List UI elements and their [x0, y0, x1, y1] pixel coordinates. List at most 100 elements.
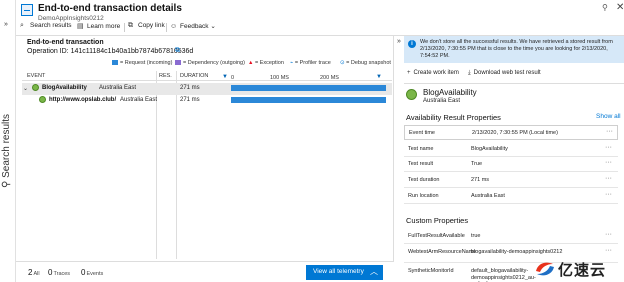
all-count[interactable]: 2All	[28, 268, 40, 277]
property-key: Test result	[408, 161, 434, 167]
search-icon: ⚲	[1, 177, 12, 188]
legend-request: = Request (incoming)	[112, 60, 172, 66]
resource-name: BlogAvailability	[423, 88, 477, 97]
property-row: Test name BlogAvailability ···	[404, 142, 618, 157]
details-collapse-icon[interactable]: »	[397, 38, 401, 45]
duration-bar[interactable]	[231, 97, 386, 103]
expand-chevron-icon[interactable]: »	[4, 21, 8, 28]
col-res[interactable]: RES.	[159, 73, 172, 79]
actions-divider	[404, 83, 624, 84]
more-icon[interactable]: ···	[605, 191, 612, 198]
show-all-link[interactable]: Show all	[596, 113, 621, 120]
learn-more-button[interactable]: ▤ Learn more	[77, 22, 120, 30]
legend-profiler: ⌁ = Profiler trace	[290, 60, 331, 66]
duration-bar[interactable]	[231, 85, 386, 91]
info-banner: i We don't store all the successful resu…	[404, 36, 624, 63]
more-icon[interactable]: ···	[605, 231, 612, 238]
property-value: 271 ms	[471, 177, 490, 183]
traces-count-label: Traces	[53, 271, 71, 277]
all-count-label: All	[33, 271, 40, 277]
copy-icon: ⧉	[128, 22, 133, 29]
rail-label-text: Search results	[1, 113, 12, 178]
page-title: End-to-end transaction details	[38, 3, 182, 14]
legend-debug: ⊙ = Debug snapshot	[340, 60, 391, 66]
event-location: Australia East	[99, 85, 137, 91]
property-key: Run location	[408, 193, 439, 199]
footer: 2All 0Traces 0Events View all telemetry …	[16, 261, 394, 282]
feedback-label: Feedback	[180, 23, 209, 30]
feedback-button[interactable]: ☺ Feedback ⌄	[170, 22, 216, 30]
more-icon[interactable]: ···	[605, 175, 612, 182]
download-result-button[interactable]: ⤓ Download web test result	[468, 70, 541, 77]
property-key: Event time	[409, 130, 435, 136]
property-key: Test duration	[408, 177, 440, 183]
property-value: 2/13/2020, 7:30:55 PM (Local time)	[472, 130, 558, 136]
more-icon[interactable]: ···	[605, 144, 612, 151]
dependency-swatch	[175, 60, 181, 66]
operation-id: Operation ID: 141c11184c1b40a1bb7874b678…	[27, 48, 194, 55]
timeline-end-marker[interactable]: ▼	[376, 74, 382, 80]
create-work-item-label: Create work item	[413, 70, 459, 76]
learn-more-label: Learn more	[87, 23, 121, 30]
view-all-telemetry-label: View all telemetry	[313, 268, 364, 275]
search-results-button[interactable]: ⌕ Search results	[20, 22, 72, 30]
pin-icon[interactable]: ⚲	[602, 3, 608, 12]
chevron-up-icon: ︿	[370, 267, 378, 276]
legend-exception: ▲ = Exception	[248, 60, 284, 66]
property-value: default_blogavailability-demoappinsights…	[471, 268, 536, 282]
page-subtitle: DemoAppInsights0212	[38, 15, 104, 22]
timeline-start-marker[interactable]: ▼	[222, 74, 228, 80]
collapse-chevron-icon[interactable]: ⌄	[23, 85, 28, 92]
legend-profiler-label: = Profiler trace	[294, 60, 331, 66]
download-label: Download web test result	[473, 70, 541, 76]
view-all-telemetry-button[interactable]: View all telemetry ︿	[306, 265, 383, 280]
scale-200: 200 MS	[320, 75, 339, 81]
traces-count[interactable]: 0Traces	[48, 268, 70, 277]
table-row[interactable]: http://www.opslab.club/ Australia East 2…	[22, 95, 392, 107]
col-duration[interactable]: DURATION	[180, 73, 208, 79]
more-icon[interactable]: ···	[605, 247, 612, 254]
availability-section-title: Availability Result Properties	[406, 113, 501, 122]
copy-operation-id-icon[interactable]: ⧉	[175, 47, 180, 55]
create-work-item-button[interactable]: + Create work item	[407, 70, 459, 76]
download-icon: ⤓	[468, 70, 471, 76]
property-value: BlogAvailability	[471, 146, 508, 152]
globe-icon	[39, 96, 46, 103]
event-duration: 271 ms	[180, 97, 200, 103]
close-icon[interactable]: ✕	[616, 2, 624, 13]
app-insights-icon	[21, 4, 33, 16]
legend-exception-label: = Exception	[254, 60, 284, 66]
exception-icon: ▲	[248, 60, 255, 66]
events-count[interactable]: 0Events	[81, 268, 103, 277]
table-row[interactable]: ⌄ BlogAvailability Australia East 271 ms	[22, 83, 392, 95]
toolbar-divider	[166, 23, 167, 32]
copy-link-button[interactable]: ⧉ Copy link	[128, 22, 165, 30]
property-row: Test result True ···	[404, 157, 618, 172]
search-results-rail[interactable]: » ⚲ Search results	[0, 0, 16, 282]
globe-icon	[32, 84, 39, 91]
events-count-label: Events	[86, 271, 104, 277]
property-value: true	[471, 233, 481, 239]
col-event[interactable]: EVENT	[27, 73, 45, 79]
search-results-rail-label[interactable]: ⚲ Search results	[1, 114, 12, 188]
property-key: WebtestArmResourceName	[408, 249, 477, 255]
custom-section-title: Custom Properties	[406, 216, 469, 225]
traces-count-value: 0	[48, 268, 53, 277]
custom-property-row: FullTestResultAvailable true ···	[404, 229, 618, 244]
property-key: FullTestResultAvailable	[408, 233, 465, 239]
info-text: We don't store all the successful result…	[420, 39, 613, 59]
transaction-panel: End-to-end transaction Operation ID: 141…	[16, 36, 394, 282]
property-row: Event time 2/13/2020, 7:30:55 PM (Local …	[404, 125, 618, 140]
yisu-logo-icon	[536, 262, 554, 276]
scale-100: 100 MS	[270, 75, 289, 81]
property-row: Run location Australia East ···	[404, 189, 618, 204]
legend-dependency: = Dependency (outgoing)	[175, 60, 245, 66]
property-key: SyntheticMonitorId	[408, 268, 454, 274]
timeline-scale: ▼ 0 100 MS 200 MS ▼	[222, 74, 382, 81]
globe-icon	[406, 89, 417, 100]
window: » ⚲ Search results End-to-end transactio…	[0, 0, 624, 282]
info-icon: i	[408, 40, 416, 48]
search-icon: ⌕	[20, 22, 24, 29]
more-icon[interactable]: ···	[605, 159, 612, 166]
more-icon[interactable]: ···	[606, 128, 613, 135]
